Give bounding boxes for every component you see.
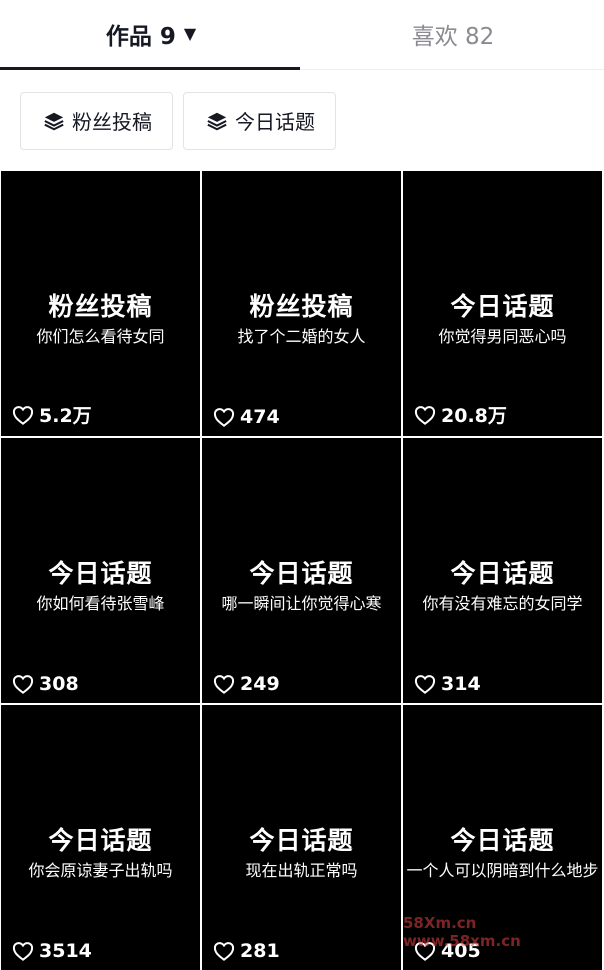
like-count-value: 405 [441,940,481,962]
like-count-value: 249 [240,673,280,695]
video-subtitle: 你们怎么看待女同 [36,327,165,346]
video-tile[interactable]: 今日话题 现在出轨正常吗 281 [202,705,401,970]
like-count-value: 281 [240,940,280,962]
profile-tabs: 作品 9 ▼ 喜欢 82 [0,0,604,70]
video-title: 今日话题 [450,559,555,588]
video-subtitle: 你觉得男同恶心吗 [438,327,567,346]
video-subtitle: 你如何看待张雪峰 [36,594,165,613]
active-tab-indicator [0,67,300,70]
like-count-value: 314 [441,673,481,695]
video-title: 今日话题 [48,826,153,855]
video-grid: 粉丝投稿 你们怎么看待女同 5.2万 粉丝投稿 找了个二婚的女人 474 今日话… [0,171,604,970]
tab-works-label: 作品 9 [105,23,176,50]
heart-icon [12,674,34,694]
video-tile[interactable]: 今日话题 你会原谅妻子出轨吗 3514 [1,705,200,970]
video-title: 今日话题 [450,826,555,855]
chip-label: 今日话题 [235,110,315,134]
like-count: 249 [213,673,280,695]
tab-likes-label: 喜欢 82 [411,23,495,50]
video-tile[interactable]: 今日话题 一个人可以阴暗到什么地步 405 58Xm.cn www.58xm.c… [403,705,602,970]
video-tile[interactable]: 粉丝投稿 找了个二婚的女人 474 [202,171,401,436]
video-subtitle: 一个人可以阴暗到什么地步 [406,861,599,880]
like-count-value: 5.2万 [39,405,92,427]
layers-icon [206,110,228,132]
video-subtitle: 你有没有难忘的女同学 [422,594,583,613]
video-subtitle: 你会原谅妻子出轨吗 [28,861,173,880]
video-title: 今日话题 [48,559,153,588]
video-title: 今日话题 [450,292,555,321]
like-count: 308 [12,673,79,695]
like-count: 20.8万 [414,401,507,428]
video-tile[interactable]: 今日话题 你觉得男同恶心吗 20.8万 [403,171,602,436]
video-title: 粉丝投稿 [48,292,153,321]
like-count: 3514 [12,940,92,962]
collection-chips: 粉丝投稿 今日话题 [0,70,604,171]
video-subtitle: 哪一瞬间让你觉得心寒 [221,594,382,613]
heart-icon [12,405,34,425]
video-tile[interactable]: 今日话题 哪一瞬间让你觉得心寒 249 [202,438,401,703]
heart-icon [213,407,235,427]
like-count-value: 3514 [39,940,92,962]
heart-icon [12,941,34,961]
tab-works[interactable]: 作品 9 ▼ [0,0,302,69]
layers-icon [43,110,65,132]
caret-down-icon[interactable]: ▼ [184,24,196,43]
heart-icon [213,674,235,694]
heart-icon [213,941,235,961]
like-count: 474 [213,406,280,428]
video-subtitle: 找了个二婚的女人 [237,327,366,346]
video-tile[interactable]: 粉丝投稿 你们怎么看待女同 5.2万 [1,171,200,436]
video-tile[interactable]: 今日话题 你有没有难忘的女同学 314 [403,438,602,703]
like-count: 314 [414,673,481,695]
like-count: 281 [213,940,280,962]
chip-fan-submissions[interactable]: 粉丝投稿 [20,91,173,150]
video-title: 粉丝投稿 [249,292,354,321]
tab-likes[interactable]: 喜欢 82 [302,0,604,69]
heart-icon [414,405,436,425]
chip-daily-topic[interactable]: 今日话题 [183,91,336,150]
like-count: 5.2万 [12,401,92,428]
chip-label: 粉丝投稿 [72,110,152,134]
like-count-value: 474 [240,406,280,428]
video-title: 今日话题 [249,826,354,855]
video-title: 今日话题 [249,559,354,588]
like-count-value: 20.8万 [441,405,507,427]
like-count-value: 308 [39,673,79,695]
video-subtitle: 现在出轨正常吗 [245,861,358,880]
heart-icon [414,941,436,961]
video-tile[interactable]: 今日话题 你如何看待张雪峰 308 [1,438,200,703]
like-count: 405 [414,940,481,962]
heart-icon [414,674,436,694]
